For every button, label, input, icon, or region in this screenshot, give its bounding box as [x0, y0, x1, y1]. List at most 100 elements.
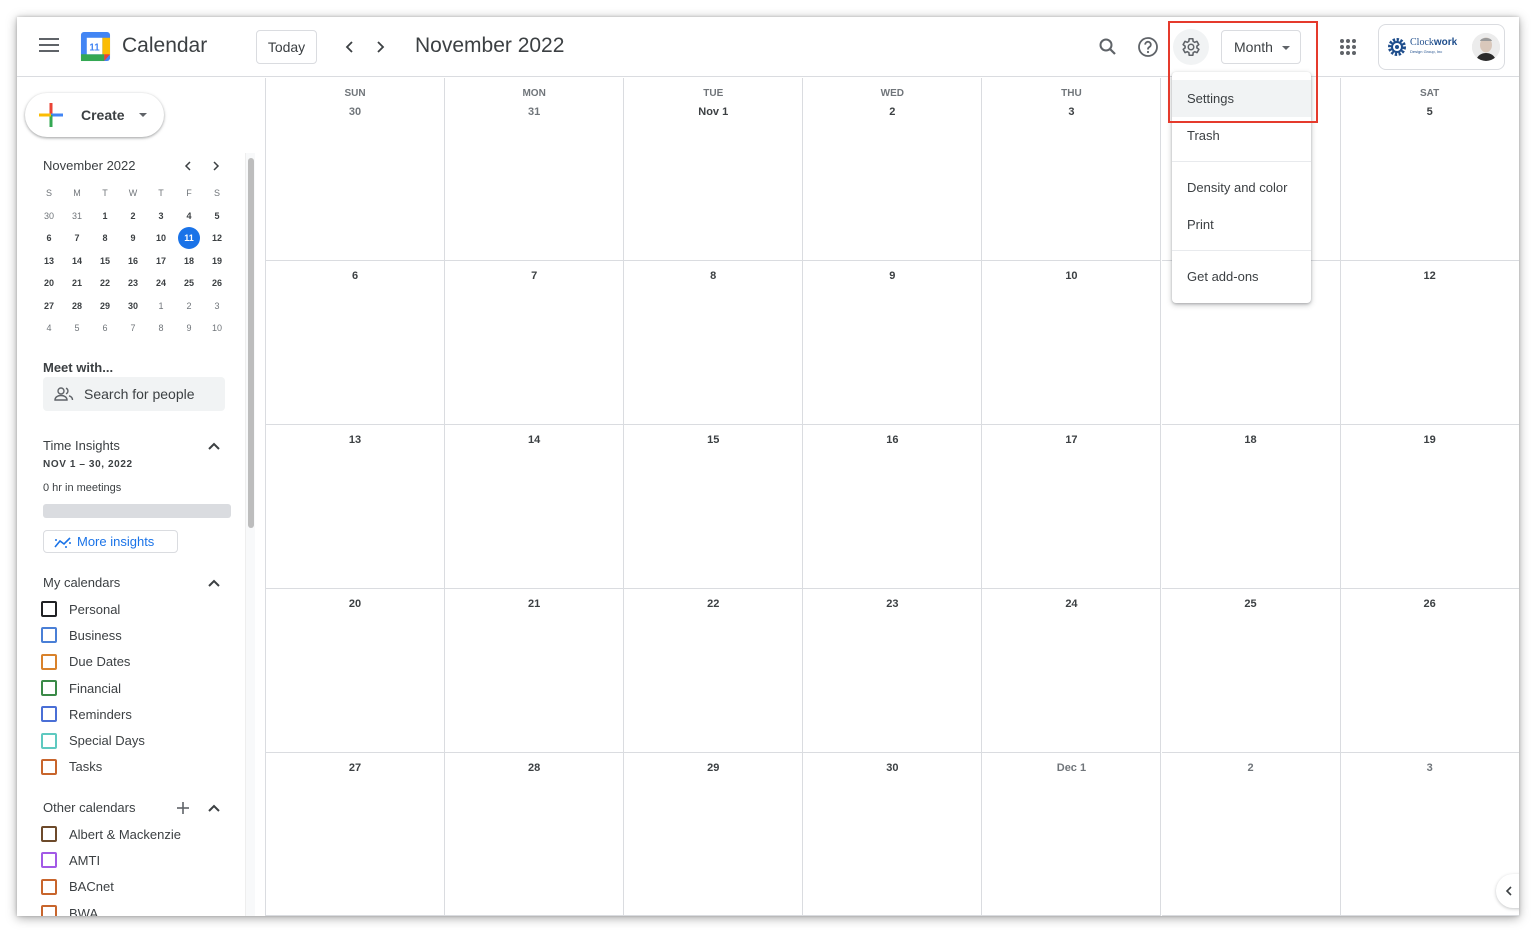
mini-calendar-day[interactable]: 4 — [35, 317, 63, 340]
day-cell[interactable]: 17 — [982, 425, 1162, 589]
day-cell[interactable]: 24 — [982, 589, 1162, 753]
day-cell[interactable]: TUE Nov 1 — [624, 78, 804, 261]
day-number[interactable]: 7 — [445, 270, 623, 282]
day-cell[interactable]: 10 — [982, 261, 1162, 425]
day-number[interactable]: 12 — [1341, 270, 1519, 282]
day-cell[interactable]: 21 — [445, 589, 625, 753]
mini-calendar-day[interactable]: 5 — [203, 205, 231, 228]
day-number[interactable]: 26 — [1341, 598, 1519, 610]
day-number[interactable]: 31 — [445, 106, 623, 118]
day-number[interactable]: 23 — [803, 598, 981, 610]
mini-calendar-day[interactable]: 8 — [147, 317, 175, 340]
add-other-calendar-icon[interactable] — [175, 800, 191, 816]
day-number[interactable]: 13 — [266, 434, 444, 446]
menu-item-density-and-color[interactable]: Density and color — [1172, 169, 1311, 206]
mini-calendar-day[interactable]: 8 — [91, 227, 119, 250]
calendar-list-item[interactable]: Tasks — [41, 754, 145, 780]
day-cell[interactable]: 12 — [1340, 261, 1519, 425]
next-period-button[interactable] — [368, 35, 392, 59]
mini-calendar-day[interactable]: 14 — [63, 250, 91, 273]
mini-calendar-day[interactable]: 1 — [147, 295, 175, 318]
day-cell[interactable]: 25 — [1161, 589, 1341, 753]
day-number[interactable]: 5 — [1341, 106, 1519, 118]
day-number[interactable]: 14 — [445, 434, 623, 446]
day-cell[interactable]: 9 — [803, 261, 983, 425]
day-cell[interactable]: Dec 1 — [982, 753, 1162, 916]
day-number[interactable]: 8 — [624, 270, 802, 282]
main-menu-button[interactable] — [39, 38, 59, 54]
search-people-input[interactable]: Search for people — [43, 377, 225, 411]
mini-calendar-day[interactable]: 6 — [35, 227, 63, 250]
mini-calendar-day[interactable]: 29 — [91, 295, 119, 318]
mini-calendar-day[interactable]: 9 — [175, 317, 203, 340]
mini-calendar-day[interactable]: 12 — [203, 227, 231, 250]
mini-calendar-day[interactable]: 1 — [91, 205, 119, 228]
day-cell[interactable]: SUN 30 — [266, 78, 446, 261]
calendar-checkbox[interactable] — [41, 758, 57, 775]
day-number[interactable]: 18 — [1162, 434, 1340, 446]
avatar[interactable] — [1472, 33, 1500, 61]
mini-calendar-day[interactable]: 26 — [203, 272, 231, 295]
day-number[interactable]: 2 — [1162, 762, 1340, 774]
day-number[interactable]: Nov 1 — [624, 106, 802, 118]
day-cell[interactable]: 26 — [1340, 589, 1519, 753]
mini-calendar-day[interactable]: 30 — [35, 205, 63, 228]
day-cell[interactable]: 8 — [624, 261, 804, 425]
calendar-list-item[interactable]: AMTI — [41, 847, 181, 873]
more-insights-button[interactable]: More insights — [43, 530, 178, 553]
mini-calendar-day[interactable]: 11 — [175, 227, 203, 250]
mini-calendar-day[interactable]: 15 — [91, 250, 119, 273]
mini-calendar-day[interactable]: 6 — [91, 317, 119, 340]
day-number[interactable]: 30 — [803, 762, 981, 774]
day-cell[interactable]: WED 2 — [803, 78, 983, 261]
account-switcher[interactable]: Clockwork Design Group, Inc — [1378, 24, 1505, 70]
day-number[interactable]: 17 — [982, 434, 1160, 446]
calendar-list-item[interactable]: Albert & Mackenzie — [41, 821, 181, 847]
day-cell[interactable]: 20 — [266, 589, 446, 753]
day-number[interactable]: 3 — [1341, 762, 1519, 774]
mini-calendar-day[interactable]: 18 — [175, 250, 203, 273]
day-cell[interactable]: SAT 5 — [1340, 78, 1519, 261]
calendar-checkbox[interactable] — [41, 852, 57, 869]
mini-calendar-day[interactable]: 7 — [63, 227, 91, 250]
day-cell[interactable]: 14 — [445, 425, 625, 589]
day-number[interactable]: 19 — [1341, 434, 1519, 446]
day-number[interactable]: 25 — [1162, 598, 1340, 610]
mini-calendar-day[interactable]: 17 — [147, 250, 175, 273]
calendar-list-item[interactable]: Due Dates — [41, 649, 145, 675]
day-number[interactable]: 28 — [445, 762, 623, 774]
mini-calendar-day[interactable]: 10 — [147, 227, 175, 250]
calendar-checkbox[interactable] — [41, 627, 57, 644]
help-button[interactable] — [1130, 29, 1166, 65]
day-cell[interactable]: 28 — [445, 753, 625, 916]
day-cell[interactable]: 30 — [803, 753, 983, 916]
calendar-list-item[interactable]: Personal — [41, 596, 145, 622]
mini-calendar-day[interactable]: 3 — [147, 205, 175, 228]
day-cell[interactable]: 16 — [803, 425, 983, 589]
day-number[interactable]: 9 — [803, 270, 981, 282]
today-button[interactable]: Today — [256, 30, 317, 64]
day-cell[interactable]: 27 — [266, 753, 446, 916]
calendar-list-item[interactable]: Reminders — [41, 701, 145, 727]
day-number[interactable]: 2 — [803, 106, 981, 118]
day-number[interactable]: 16 — [803, 434, 981, 446]
calendar-list-item[interactable]: Business — [41, 622, 145, 648]
mini-calendar-day[interactable]: 9 — [119, 227, 147, 250]
day-cell[interactable]: 7 — [445, 261, 625, 425]
mini-calendar-day[interactable]: 2 — [119, 205, 147, 228]
mini-calendar-day[interactable]: 22 — [91, 272, 119, 295]
calendar-list-item[interactable]: BACnet — [41, 874, 181, 900]
day-cell[interactable]: 13 — [266, 425, 446, 589]
calendar-list-item[interactable]: BWA — [41, 900, 181, 916]
day-number[interactable]: 30 — [266, 106, 444, 118]
calendar-checkbox[interactable] — [41, 732, 57, 749]
calendar-checkbox[interactable] — [41, 680, 57, 697]
sidebar-scrollbar[interactable] — [245, 153, 255, 916]
mini-calendar-day[interactable]: 20 — [35, 272, 63, 295]
day-number[interactable]: 3 — [982, 106, 1160, 118]
mini-calendar-day[interactable]: 10 — [203, 317, 231, 340]
day-number[interactable]: 22 — [624, 598, 802, 610]
calendar-checkbox[interactable] — [41, 826, 57, 843]
calendar-checkbox[interactable] — [41, 706, 57, 723]
day-cell[interactable]: 3 — [1340, 753, 1519, 916]
